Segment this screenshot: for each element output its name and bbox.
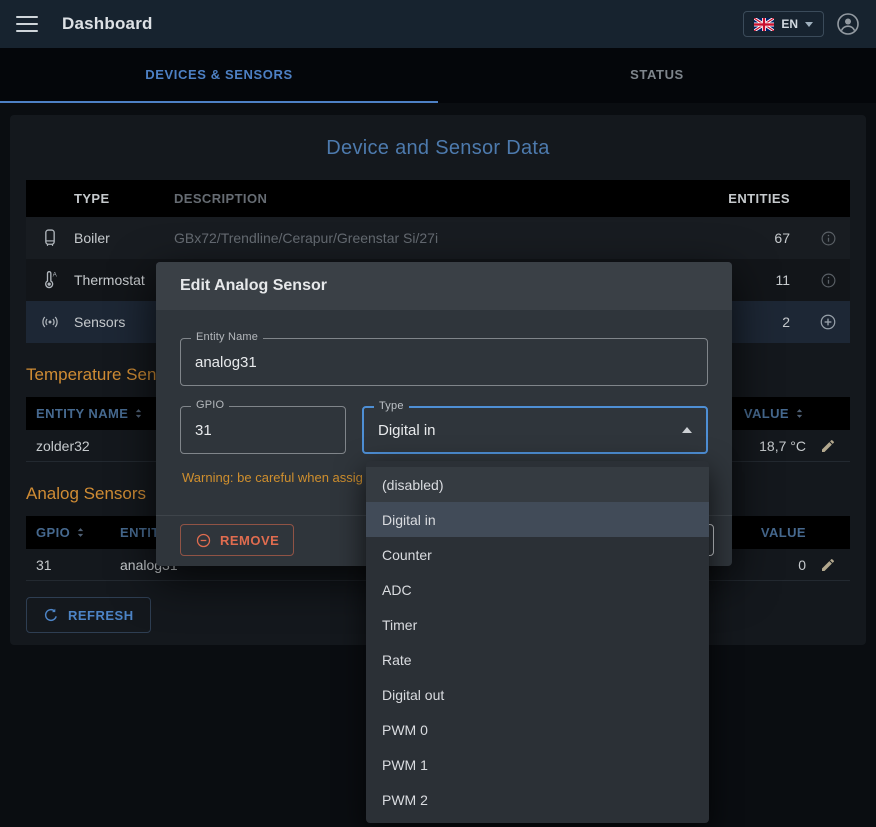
edit-pencil-icon[interactable] (820, 557, 836, 573)
sensors-icon (39, 312, 61, 332)
refresh-label: REFRESH (68, 608, 134, 623)
info-icon[interactable] (820, 272, 837, 289)
dropdown-option-pwm2[interactable]: PWM 2 (366, 782, 709, 817)
sort-icon[interactable] (132, 407, 145, 420)
svg-text:A: A (53, 272, 58, 279)
dropdown-option-digital-in[interactable]: Digital in (366, 502, 709, 537)
gpio-label: GPIO (191, 399, 229, 411)
type-label: Type (374, 400, 409, 412)
type-select[interactable]: Type Digital in (362, 406, 708, 454)
dropdown-option-digital-out[interactable]: Digital out (366, 677, 709, 712)
refresh-button[interactable]: REFRESH (26, 597, 151, 633)
remove-label: REMOVE (220, 533, 279, 548)
tab-devices-sensors[interactable]: DEVICES & SENSORS (0, 48, 438, 103)
add-circle-icon[interactable] (819, 313, 837, 331)
remove-circle-icon (195, 532, 212, 549)
header-entities: ENTITIES (710, 191, 790, 206)
dropdown-option-timer[interactable]: Timer (366, 607, 709, 642)
chevron-up-icon (682, 427, 692, 433)
cell-type: Boiler (74, 230, 174, 246)
sort-icon[interactable] (74, 526, 87, 539)
refresh-icon (43, 607, 59, 623)
gpio-field[interactable]: GPIO 31 (180, 406, 346, 454)
header-value[interactable]: VALUE (761, 525, 806, 540)
dropdown-option-pwm0[interactable]: PWM 0 (366, 712, 709, 747)
device-table-header: TYPE DESCRIPTION ENTITIES (26, 180, 850, 217)
header-description: DESCRIPTION (174, 191, 710, 206)
entity-name-field[interactable]: Entity Name analog31 (180, 338, 708, 386)
type-value: Digital in (378, 422, 436, 439)
uk-flag-icon (754, 18, 774, 31)
page-title: Device and Sensor Data (26, 115, 850, 160)
dropdown-option-adc[interactable]: ADC (366, 572, 709, 607)
cell-gpio: 31 (26, 557, 120, 573)
type-dropdown-menu: (disabled) Digital in Counter ADC Timer … (366, 461, 709, 823)
header-gpio[interactable]: GPIO (36, 525, 70, 540)
thermostat-icon: A (40, 269, 60, 291)
dropdown-option-counter[interactable]: Counter (366, 537, 709, 572)
app-title: Dashboard (62, 14, 153, 34)
header-type: TYPE (74, 191, 174, 206)
header-value[interactable]: VALUE (744, 406, 789, 421)
chevron-down-icon (805, 22, 813, 27)
cell-entities: 67 (710, 230, 790, 246)
dialog-header: Edit Analog Sensor (156, 262, 732, 310)
dropdown-option-rate[interactable]: Rate (366, 642, 709, 677)
language-label: EN (781, 17, 798, 31)
cell-description: GBx72/Trendline/Cerapur/Greenstar Si/27i (174, 230, 710, 246)
tab-bar: DEVICES & SENSORS STATUS (0, 48, 876, 103)
dialog-title: Edit Analog Sensor (180, 277, 327, 295)
remove-button[interactable]: REMOVE (180, 524, 294, 556)
header-entity-name[interactable]: ENTITY NAME (36, 406, 128, 421)
topbar: Dashboard EN (0, 0, 876, 48)
gpio-value: 31 (195, 422, 212, 439)
dropdown-option-disabled[interactable]: (disabled) (366, 467, 709, 502)
boiler-icon (40, 227, 60, 249)
app-root: Dashboard EN (0, 0, 876, 827)
menu-icon[interactable] (16, 16, 38, 32)
edit-pencil-icon[interactable] (820, 438, 836, 454)
table-row-boiler[interactable]: Boiler GBx72/Trendline/Cerapur/Greenstar… (26, 217, 850, 259)
info-icon[interactable] (820, 230, 837, 247)
entity-name-label: Entity Name (191, 331, 263, 343)
tab-status[interactable]: STATUS (438, 48, 876, 103)
sort-icon[interactable] (793, 407, 806, 420)
entity-name-value: analog31 (195, 354, 257, 371)
dropdown-option-pwm1[interactable]: PWM 1 (366, 747, 709, 782)
language-selector[interactable]: EN (743, 11, 824, 37)
account-icon[interactable] (836, 12, 860, 36)
